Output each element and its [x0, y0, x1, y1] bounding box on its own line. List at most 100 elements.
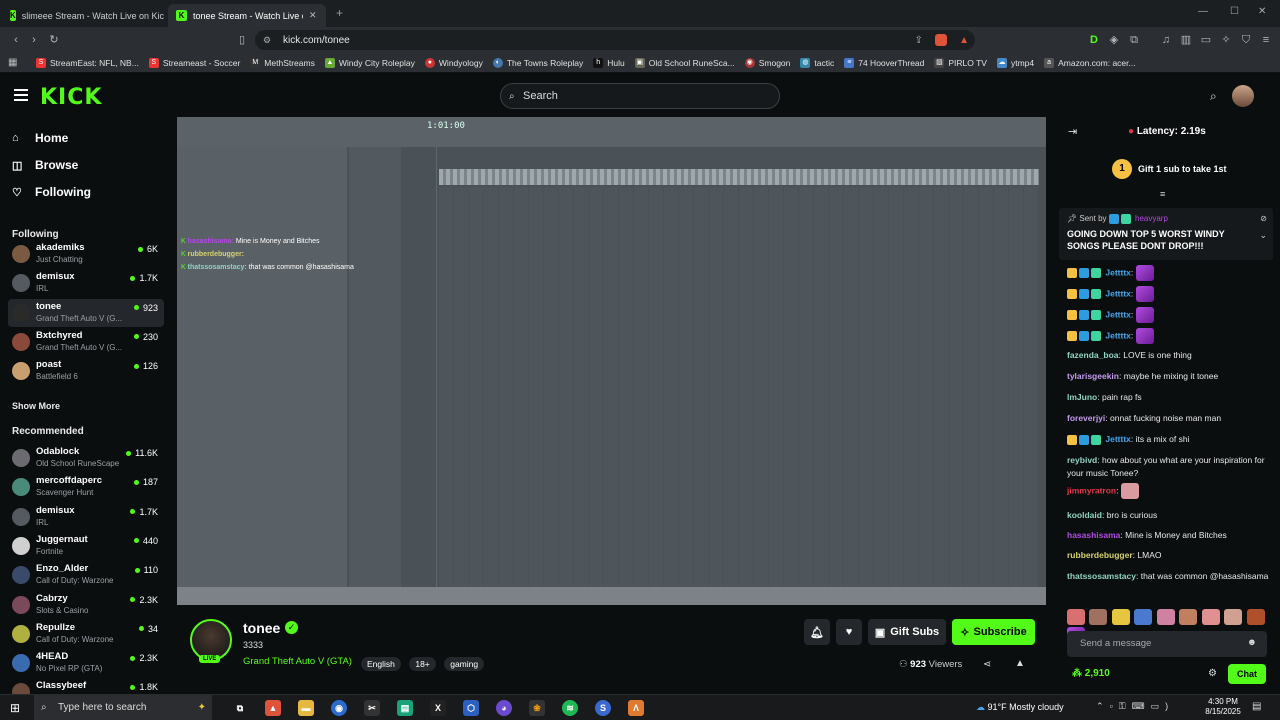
- extension-icon[interactable]: ◈: [1108, 34, 1120, 46]
- tag[interactable]: English: [361, 657, 401, 671]
- media-icon[interactable]: ♫: [1160, 34, 1172, 46]
- follow-button[interactable]: ♥: [836, 619, 862, 645]
- chat-username[interactable]: Jettttx: [1105, 288, 1131, 298]
- extension-d-icon[interactable]: D: [1088, 34, 1100, 46]
- chat-settings-icon[interactable]: ⚙: [1208, 668, 1217, 679]
- chat-username[interactable]: reybivd: [1067, 455, 1097, 465]
- bookmark-item[interactable]: S Streameast - Soccer: [148, 57, 240, 68]
- bookmark-item[interactable]: M MethStreams: [250, 57, 315, 68]
- chat-username[interactable]: lmJuno: [1067, 392, 1097, 402]
- bookmark-item[interactable]: ≡ 74 HooverThread: [844, 57, 924, 68]
- app-s-icon[interactable]: S: [595, 700, 611, 716]
- sidebar-channel-demisux[interactable]: demisux IRL 1.7K: [8, 503, 164, 531]
- share-icon[interactable]: ⋖: [983, 659, 991, 670]
- task-view-icon[interactable]: ⧉: [232, 700, 248, 716]
- leo-icon[interactable]: ✧: [1220, 34, 1232, 46]
- video-player[interactable]: 1:01:00 K hasashisama: Mine is Money and…: [177, 117, 1046, 605]
- sidebar-channel-demisux[interactable]: demisux IRL 1.7K: [8, 269, 164, 297]
- sidebar-channel-poast[interactable]: poast Battlefield 6 126: [8, 357, 164, 385]
- brave-shield-icon[interactable]: [935, 34, 947, 46]
- notifications-icon[interactable]: ⌕: [1210, 89, 1217, 104]
- bookmark-icon[interactable]: ▯: [236, 34, 248, 46]
- streamer-name[interactable]: tonee: [243, 620, 280, 636]
- chat-username[interactable]: kooldaid: [1067, 510, 1102, 520]
- chat-message-input[interactable]: Send a message ☻: [1067, 631, 1267, 657]
- forward-icon[interactable]: ›: [28, 34, 40, 46]
- user-avatar[interactable]: [1232, 85, 1254, 107]
- capcut-icon[interactable]: ✂: [364, 700, 380, 716]
- close-window-icon[interactable]: ✕: [1258, 6, 1266, 17]
- chat-username[interactable]: fazenda_boa: [1067, 350, 1119, 360]
- hamburger-menu-icon[interactable]: [14, 89, 28, 101]
- sidebar-channel-bxtchyred[interactable]: Bxtchyred Grand Theft Auto V (G... 230: [8, 328, 164, 356]
- brave-taskbar-icon[interactable]: ▲: [265, 700, 281, 716]
- new-tab-icon[interactable]: +: [336, 6, 343, 20]
- emote[interactable]: [1134, 608, 1153, 625]
- emote[interactable]: [1111, 608, 1130, 625]
- bookmark-item[interactable]: ◍ tactic: [800, 57, 834, 68]
- search-input[interactable]: ⌕ Search: [500, 83, 780, 109]
- chat-username[interactable]: jimmyratron: [1067, 485, 1116, 495]
- bookmark-item[interactable]: ▲ Windy City Roleplay: [324, 57, 415, 68]
- nav-browse[interactable]: ◫ Browse: [12, 158, 78, 172]
- system-tray-icons[interactable]: ⌃▫⚿⌨▭): [1096, 701, 1174, 712]
- collapse-chat-icon[interactable]: ⇥: [1068, 125, 1077, 138]
- sidebar-channel-mercoffdaperc[interactable]: mercoffdaperc Scavenger Hunt 187: [8, 473, 164, 501]
- chat-username[interactable]: hasashisama: [1067, 530, 1120, 540]
- tag[interactable]: gaming: [444, 657, 485, 671]
- chat-username[interactable]: foreverjyi: [1067, 413, 1105, 423]
- emote[interactable]: [1179, 608, 1198, 625]
- tag[interactable]: 18+: [409, 657, 436, 671]
- emoji-picker-icon[interactable]: ☻: [1247, 637, 1257, 648]
- x-icon[interactable]: X: [430, 700, 446, 716]
- bookmark-item[interactable]: h Hulu: [593, 57, 625, 68]
- windows-start-icon[interactable]: ⊞: [10, 701, 20, 715]
- sidebar-channel-tonee[interactable]: tonee Grand Theft Auto V (G... 923: [8, 298, 164, 327]
- fl-studio-icon[interactable]: ❀: [529, 700, 545, 716]
- clock[interactable]: 4:30 PM 8/15/2025: [1200, 697, 1246, 717]
- bookmark-item[interactable]: ▨ PIRLO TV: [934, 57, 987, 68]
- close-tab-icon[interactable]: ✕: [309, 10, 317, 21]
- chat-username[interactable]: Jettttx: [1105, 309, 1131, 319]
- bookmark-item[interactable]: ● Windyology: [424, 57, 483, 68]
- app-icon[interactable]: ⬡: [463, 700, 479, 716]
- chrome-icon[interactable]: ◉: [331, 700, 347, 716]
- taskbar-search[interactable]: ⌕ Type here to search ✦: [34, 695, 212, 720]
- subscribe-button[interactable]: ✧ Subscribe: [952, 619, 1035, 645]
- notification-bell-button[interactable]: 🔔︎: [804, 619, 830, 645]
- chat-username[interactable]: Jettttx: [1105, 267, 1131, 277]
- show-more-link[interactable]: Show More: [12, 401, 60, 411]
- sidebar-toggle-icon[interactable]: ▥: [1180, 34, 1192, 46]
- sidebar-channel-repullze[interactable]: Repullze Call of Duty: Warzone 34: [8, 620, 164, 648]
- notification-center-icon[interactable]: ▤: [1252, 701, 1261, 712]
- sidebar-channel-akademiks[interactable]: akademiks Just Chatting 6K: [8, 240, 164, 268]
- sidebar-channel-juggernaut[interactable]: Juggernaut Fortnite 440: [8, 532, 164, 560]
- vpn-icon[interactable]: ⛉: [1240, 34, 1252, 46]
- chat-username[interactable]: rubberdebugger: [1067, 550, 1133, 560]
- weather-widget[interactable]: ☁ 91°F Mostly cloudy: [976, 702, 1064, 713]
- nav-following[interactable]: ♡ Following: [12, 185, 91, 199]
- unpin-icon[interactable]: ⊘: [1260, 214, 1267, 223]
- sidebar-channel-classybeef[interactable]: Classybeef 1.8K: [8, 678, 164, 694]
- chat-username[interactable]: Jettttx: [1105, 330, 1131, 340]
- emote[interactable]: [1246, 608, 1265, 625]
- extension-puzzle-icon[interactable]: ⧉: [1128, 34, 1140, 46]
- bookmark-item[interactable]: S StreamEast: NFL, NB...: [36, 57, 139, 68]
- chat-username[interactable]: Jettttx: [1105, 434, 1131, 444]
- emote[interactable]: [1224, 608, 1243, 625]
- reload-icon[interactable]: ↻: [48, 34, 60, 46]
- nav-home[interactable]: ⌂ Home: [12, 131, 68, 145]
- back-icon[interactable]: ‹: [10, 34, 22, 46]
- channel-points[interactable]: ⁂ 2,910: [1072, 668, 1110, 679]
- bookmark-item[interactable]: ◉ Smogon: [744, 57, 790, 68]
- bookmark-item[interactable]: a Amazon.com: acer...: [1044, 57, 1136, 68]
- gift-subs-button[interactable]: ▣ Gift Subs: [868, 619, 946, 645]
- discord-icon[interactable]: ◕: [496, 700, 512, 716]
- apps-icon[interactable]: ▦: [8, 57, 17, 68]
- emote[interactable]: [1201, 608, 1220, 625]
- maximize-icon[interactable]: ☐: [1230, 6, 1239, 17]
- bookmark-item[interactable]: ◐ The Towns Roleplay: [492, 57, 583, 68]
- emote[interactable]: [1089, 608, 1108, 625]
- leaderboard-expand-icon[interactable]: ≡: [1160, 189, 1165, 199]
- bookmark-item[interactable]: ☁ ytmp4: [996, 57, 1034, 68]
